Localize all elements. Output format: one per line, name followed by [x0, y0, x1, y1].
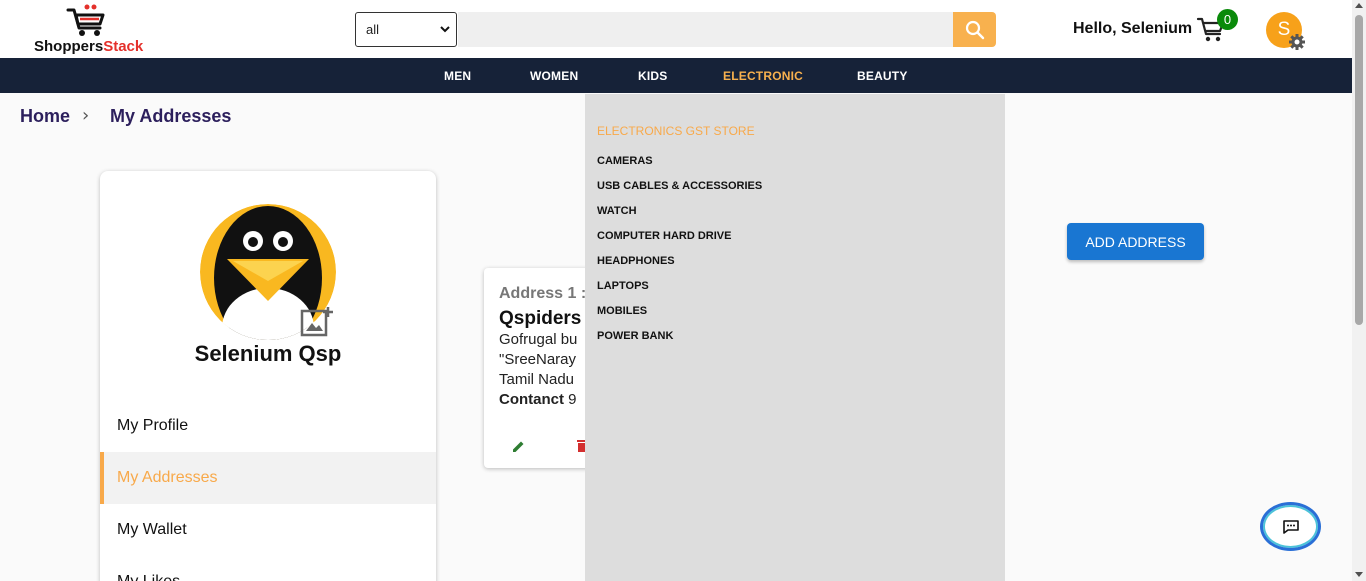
profile-menu-my-addresses[interactable]: My Addresses [100, 452, 436, 504]
profile-card: Selenium Qsp My Profile My Addresses My … [100, 171, 436, 581]
category-navbar: MEN WOMEN KIDS ELECTRONIC BEAUTY [0, 58, 1352, 93]
user-greeting: Hello, Selenium [1073, 20, 1193, 37]
logo-text-part2: Stack [103, 38, 144, 55]
nav-item-beauty[interactable]: BEAUTY [857, 69, 908, 83]
page-scrollbar[interactable] [1352, 0, 1366, 581]
breadcrumb-current: My Addresses [110, 106, 232, 126]
dropdown-item-headphones[interactable]: HEADPHONES [597, 255, 675, 267]
dropdown-item-cameras[interactable]: CAMERAS [597, 155, 653, 167]
search-input[interactable] [458, 12, 953, 47]
dropdown-item-mobiles[interactable]: MOBILES [597, 305, 647, 317]
search-category-value: all [366, 22, 380, 37]
dropdown-item-watch[interactable]: WATCH [597, 205, 637, 217]
edit-icon[interactable] [511, 439, 526, 454]
search-icon [965, 20, 984, 39]
search-button[interactable] [953, 12, 996, 47]
cart-count-badge: 0 [1217, 9, 1238, 30]
nav-item-kids[interactable]: KIDS [638, 69, 667, 83]
chat-button[interactable] [1260, 502, 1321, 551]
address-line-1: Gofrugal bu [499, 331, 578, 348]
address-name: Qspiders [499, 308, 582, 329]
chat-icon [1282, 519, 1299, 534]
search-category-select[interactable]: all [355, 12, 457, 47]
profile-menu-my-wallet[interactable]: My Wallet [100, 504, 436, 556]
address-line-3: Tamil Nadu [499, 371, 575, 388]
dropdown-item-usb-cables[interactable]: USB CABLES & ACCESSORIES [597, 180, 762, 192]
top-header: ShoppersStack all Hello, Selenium 0 S [0, 0, 1352, 58]
logo-text: ShoppersStack [34, 38, 143, 55]
breadcrumb-separator: › [82, 105, 90, 126]
nav-item-men[interactable]: MEN [444, 69, 471, 83]
scroll-down-arrow[interactable] [1355, 572, 1363, 577]
profile-menu-my-profile[interactable]: My Profile [100, 400, 436, 452]
address-title: Address 1 : [499, 285, 587, 302]
address-contact-label: Contanct [499, 391, 564, 408]
shopping-cart-logo-icon [66, 4, 105, 36]
dropdown-item-hard-drive[interactable]: COMPUTER HARD DRIVE [597, 230, 731, 242]
logo-text-part1: Shoppers [34, 38, 104, 55]
add-address-button[interactable]: ADD ADDRESS [1067, 223, 1204, 260]
nav-item-electronic[interactable]: ELECTRONIC [723, 69, 803, 83]
dropdown-heading[interactable]: ELECTRONICS GST STORE [597, 124, 755, 138]
address-line-2: "SreeNaray [499, 351, 577, 368]
address-contact: Contanct 9 [499, 391, 577, 408]
scroll-thumb[interactable] [1355, 15, 1363, 325]
add-photo-icon[interactable] [300, 305, 334, 337]
breadcrumb-home[interactable]: Home [20, 106, 70, 127]
chevron-down-icon [440, 26, 450, 33]
logo[interactable]: ShoppersStack [30, 4, 160, 55]
profile-menu-my-likes[interactable]: My Likes [100, 556, 436, 581]
scroll-up-arrow[interactable] [1355, 3, 1363, 8]
dropdown-item-laptops[interactable]: LAPTOPS [597, 280, 649, 292]
dropdown-item-power-bank[interactable]: POWER BANK [597, 330, 673, 342]
address-contact-value: 9 [568, 391, 577, 408]
electronic-dropdown-menu: ELECTRONICS GST STORE CAMERAS USB CABLES… [585, 94, 1005, 581]
gear-icon[interactable] [1288, 33, 1306, 51]
profile-name: Selenium Qsp [194, 341, 342, 366]
nav-item-women[interactable]: WOMEN [530, 69, 578, 83]
